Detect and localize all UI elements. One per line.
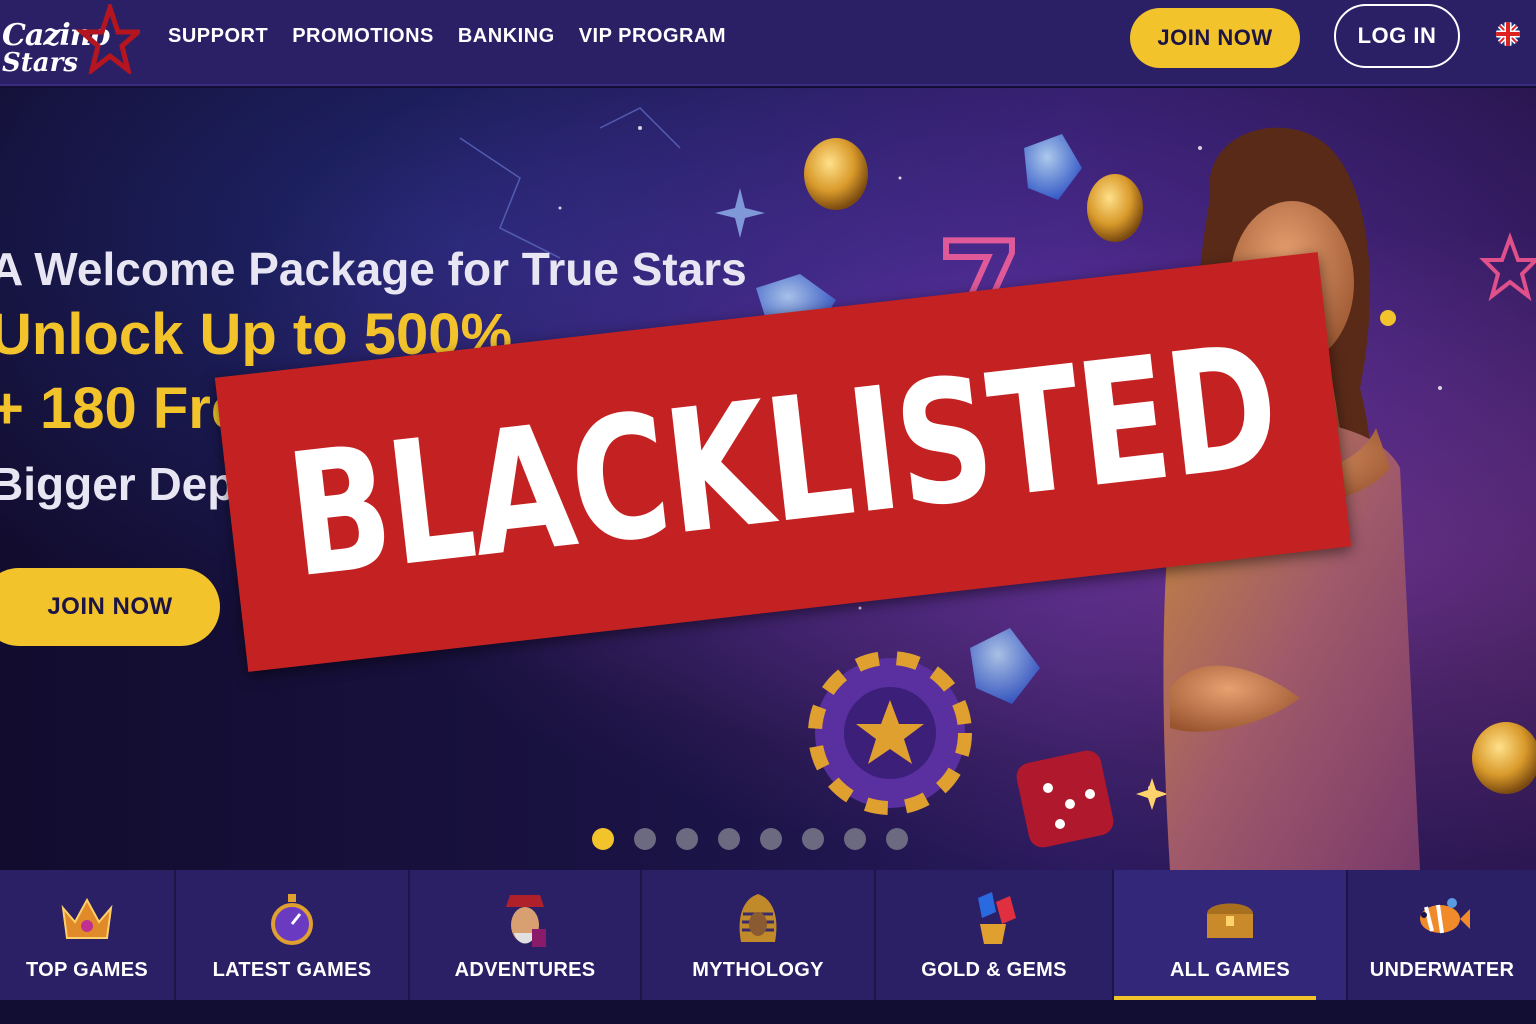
carousel-dot[interactable] (886, 828, 908, 850)
hero-banner[interactable]: 7 A Welcome Package for True Stars Unloc… (0, 88, 1536, 870)
nav-support[interactable]: SUPPORT (168, 22, 268, 50)
carousel-dot[interactable] (718, 828, 740, 850)
hero-join-now-button[interactable]: JOIN NOW (0, 568, 220, 646)
logo-text-line2: Stars (2, 48, 78, 78)
category-label: ADVENTURES (454, 959, 596, 981)
category-all-games[interactable]: ALL GAMES (1114, 870, 1348, 1000)
category-label: LATEST GAMES (212, 959, 372, 981)
join-now-button[interactable]: JOIN NOW (1130, 8, 1300, 68)
uk-flag-icon[interactable] (1496, 22, 1520, 46)
nav-banking[interactable]: BANKING (458, 22, 555, 50)
crown-icon (57, 887, 117, 951)
category-latest-games[interactable]: LATEST GAMES (176, 870, 410, 1000)
game-categories: TOP GAMES LATEST GAMES ADVENTURES MYTHOL… (0, 870, 1536, 1000)
nav-promotions[interactable]: PROMOTIONS (292, 22, 434, 50)
site-logo[interactable]: Cazino Stars (0, 4, 150, 82)
carousel-dot[interactable] (802, 828, 824, 850)
category-label: UNDERWATER (1369, 959, 1515, 981)
explorer-icon (495, 887, 555, 951)
page-bottom-strip (0, 1000, 1536, 1024)
pharaoh-icon (728, 887, 788, 951)
carousel-dot[interactable] (760, 828, 782, 850)
stamp-text: BLACKLISTED (279, 307, 1287, 617)
carousel-dot[interactable] (634, 828, 656, 850)
nav-vip-program[interactable]: VIP PROGRAM (579, 22, 726, 50)
carousel-dots (592, 828, 908, 850)
category-label: TOP GAMES (26, 959, 148, 981)
site-header: Cazino Stars SUPPORT PROMOTIONS BANKING … (0, 0, 1536, 86)
stopwatch-icon (262, 887, 322, 951)
log-in-button[interactable]: LOG IN (1334, 4, 1460, 68)
main-nav: SUPPORT PROMOTIONS BANKING VIP PROGRAM (168, 22, 726, 50)
treasure-chest-icon (1200, 887, 1260, 951)
category-label: ALL GAMES (1169, 959, 1291, 981)
category-label: GOLD & GEMS (921, 959, 1067, 981)
category-underwater[interactable]: UNDERWATER (1348, 870, 1536, 1000)
carousel-dot[interactable] (592, 828, 614, 850)
category-gold-and-gems[interactable]: GOLD & GEMS (876, 870, 1114, 1000)
category-mythology[interactable]: MYTHOLOGY (642, 870, 876, 1000)
fish-icon (1412, 887, 1472, 951)
star-logo-icon (75, 4, 140, 74)
category-top-games[interactable]: TOP GAMES (0, 870, 176, 1000)
gems-icon (964, 887, 1024, 951)
carousel-dot[interactable] (844, 828, 866, 850)
category-adventures[interactable]: ADVENTURES (410, 870, 642, 1000)
category-label: MYTHOLOGY (692, 959, 824, 981)
carousel-dot[interactable] (676, 828, 698, 850)
hero-title: A Welcome Package for True Stars (0, 243, 747, 295)
